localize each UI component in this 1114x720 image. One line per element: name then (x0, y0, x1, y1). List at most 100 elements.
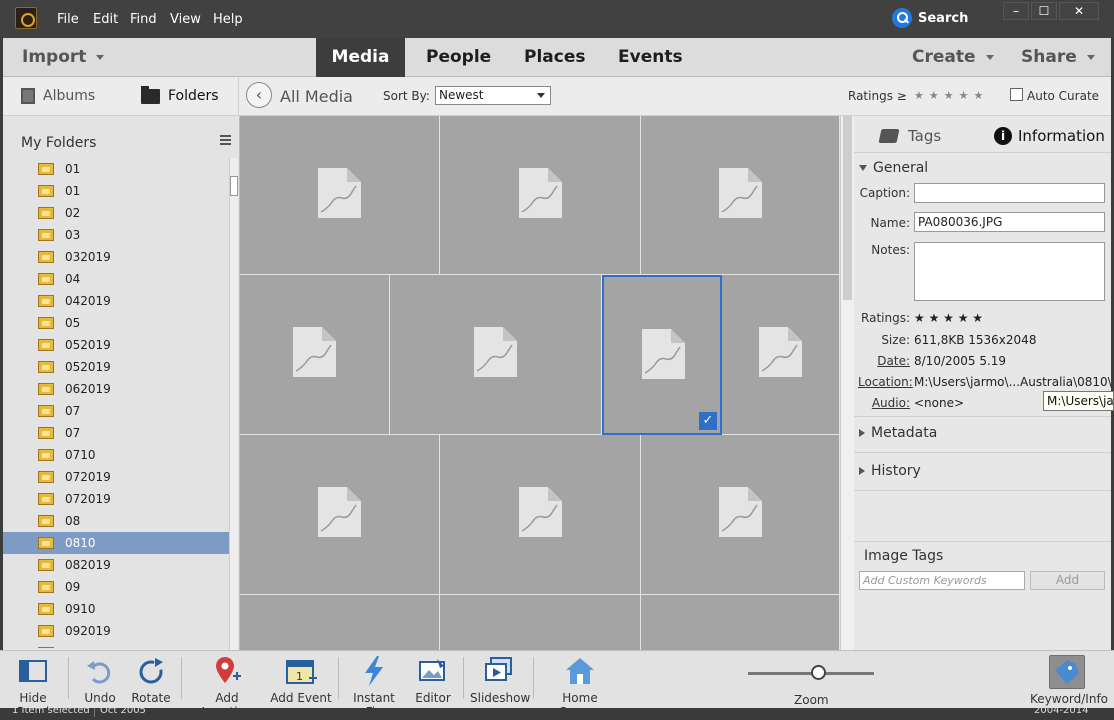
tab-places[interactable]: Places (524, 38, 585, 77)
tab-folders[interactable]: Folders (141, 85, 219, 104)
keyword-input[interactable]: Add Custom Keywords (859, 571, 1025, 590)
add-event-label: Add Event (270, 691, 332, 705)
import-button[interactable]: Import (22, 47, 105, 67)
maximize-button[interactable]: ☐ (1031, 2, 1057, 20)
folder-list-scrollbar[interactable] (229, 158, 238, 650)
folder-item[interactable]: 03 (3, 224, 229, 246)
folder-item[interactable]: 04 (3, 268, 229, 290)
folder-item[interactable]: 052019 (3, 334, 229, 356)
bottom-toolbar: Hide Panel Undo Rotate Add Location 1 Ad… (0, 650, 1114, 719)
search-button[interactable]: Search (892, 7, 968, 29)
menu-find[interactable]: Find (130, 12, 157, 27)
folder-item[interactable]: 032019 (3, 246, 229, 268)
folder-item[interactable]: 0810 (3, 532, 229, 554)
tab-tags[interactable]: Tags (878, 127, 942, 145)
menu-help[interactable]: Help (213, 12, 243, 27)
media-thumbnail[interactable] (440, 116, 641, 275)
folder-item[interactable]: 0910 (3, 598, 229, 620)
calendar-icon: 1 (285, 655, 317, 687)
folder-item[interactable]: 09 (3, 576, 229, 598)
media-thumbnail[interactable] (641, 595, 840, 650)
date-label[interactable]: Date: (858, 354, 910, 368)
separator (68, 657, 69, 699)
keyword-info-button[interactable] (1049, 655, 1085, 689)
metadata-section-toggle[interactable]: Metadata (859, 425, 937, 441)
folder-image-icon (38, 537, 54, 549)
folder-item[interactable]: 05 (3, 312, 229, 334)
zoom-slider-handle[interactable] (811, 665, 826, 680)
sort-select[interactable]: Newest (435, 86, 551, 105)
close-button[interactable]: ✕ (1059, 2, 1099, 20)
create-button[interactable]: Create (912, 47, 994, 67)
placeholder-image-icon (474, 327, 517, 377)
folder-item[interactable]: 052019 (3, 356, 229, 378)
notes-field[interactable] (914, 242, 1105, 301)
caption-field[interactable] (914, 183, 1105, 203)
tab-information[interactable]: i Information (994, 127, 1105, 145)
folder-item[interactable]: 042019 (3, 290, 229, 312)
breadcrumb: All Media (280, 87, 353, 106)
folder-item[interactable]: 10 (3, 642, 229, 648)
rating-stars[interactable]: ★ ★ ★ ★ ★ (914, 311, 983, 325)
media-thumbnail[interactable] (240, 595, 440, 650)
auto-curate-checkbox[interactable] (1010, 88, 1023, 101)
folder-image-icon (38, 273, 54, 285)
audio-label[interactable]: Audio: (858, 396, 910, 410)
editor-button[interactable]: Editor (410, 655, 456, 705)
folder-item-label: 0910 (65, 602, 96, 616)
folder-options-icon[interactable] (215, 135, 231, 147)
rotate-button[interactable]: Rotate (128, 655, 174, 705)
folder-item[interactable]: 02 (3, 202, 229, 224)
metadata-section-label: Metadata (871, 425, 938, 441)
placeholder-image-icon (318, 487, 361, 537)
media-thumbnail[interactable] (240, 116, 440, 275)
share-button[interactable]: Share (1021, 47, 1095, 67)
location-label[interactable]: Location: (858, 375, 913, 389)
folder-item[interactable]: 08 (3, 510, 229, 532)
chevron-down-icon (96, 54, 105, 60)
folder-item[interactable]: 082019 (3, 554, 229, 576)
undo-button[interactable]: Undo (78, 655, 124, 705)
folder-item[interactable]: 092019 (3, 620, 229, 642)
add-keyword-button[interactable]: Add (1030, 571, 1105, 590)
tab-albums[interactable]: Albums (21, 88, 95, 104)
media-thumbnail[interactable]: ✓ (602, 275, 722, 435)
menu-file[interactable]: File (57, 12, 79, 27)
tab-events[interactable]: Events (618, 38, 683, 77)
media-thumbnail[interactable] (641, 435, 840, 595)
media-grid-scrollbar[interactable] (840, 116, 854, 650)
tab-tags-label: Tags (908, 127, 942, 145)
back-button[interactable]: ‹ (246, 82, 272, 108)
menu-view[interactable]: View (170, 12, 201, 27)
menu-edit[interactable]: Edit (93, 12, 118, 27)
audio-value: <none> (914, 396, 965, 410)
name-field[interactable]: PA080036.JPG (914, 212, 1105, 232)
media-thumbnail[interactable] (440, 595, 641, 650)
tab-media[interactable]: Media (316, 38, 405, 77)
general-section-toggle[interactable]: General (859, 160, 928, 176)
search-label: Search (918, 10, 969, 26)
folder-item[interactable]: 062019 (3, 378, 229, 400)
ratings-filter-stars[interactable]: ★★★★★ (914, 89, 988, 102)
minimize-button[interactable]: – (1003, 2, 1029, 20)
media-thumbnail[interactable] (641, 116, 840, 275)
slideshow-button[interactable]: Slideshow (470, 655, 530, 705)
media-thumbnail[interactable] (722, 275, 840, 435)
media-thumbnail[interactable] (240, 275, 390, 435)
tab-people[interactable]: People (426, 38, 491, 77)
media-thumbnail[interactable] (440, 435, 641, 595)
media-thumbnail[interactable] (390, 275, 602, 435)
folder-item[interactable]: 07 (3, 422, 229, 444)
copyright: 2004-2014 (1034, 708, 1089, 716)
folder-item[interactable]: 072019 (3, 466, 229, 488)
folder-item[interactable]: 07 (3, 400, 229, 422)
history-section-toggle[interactable]: History (859, 463, 921, 479)
folder-item[interactable]: 01 (3, 180, 229, 202)
slideshow-icon (482, 655, 514, 687)
folder-item[interactable]: 01 (3, 158, 229, 180)
folder-item[interactable]: 072019 (3, 488, 229, 510)
add-event-button[interactable]: 1 Add Event (270, 655, 332, 705)
folder-item[interactable]: 0710 (3, 444, 229, 466)
media-thumbnail[interactable] (240, 435, 440, 595)
selected-check-icon[interactable]: ✓ (699, 412, 717, 430)
